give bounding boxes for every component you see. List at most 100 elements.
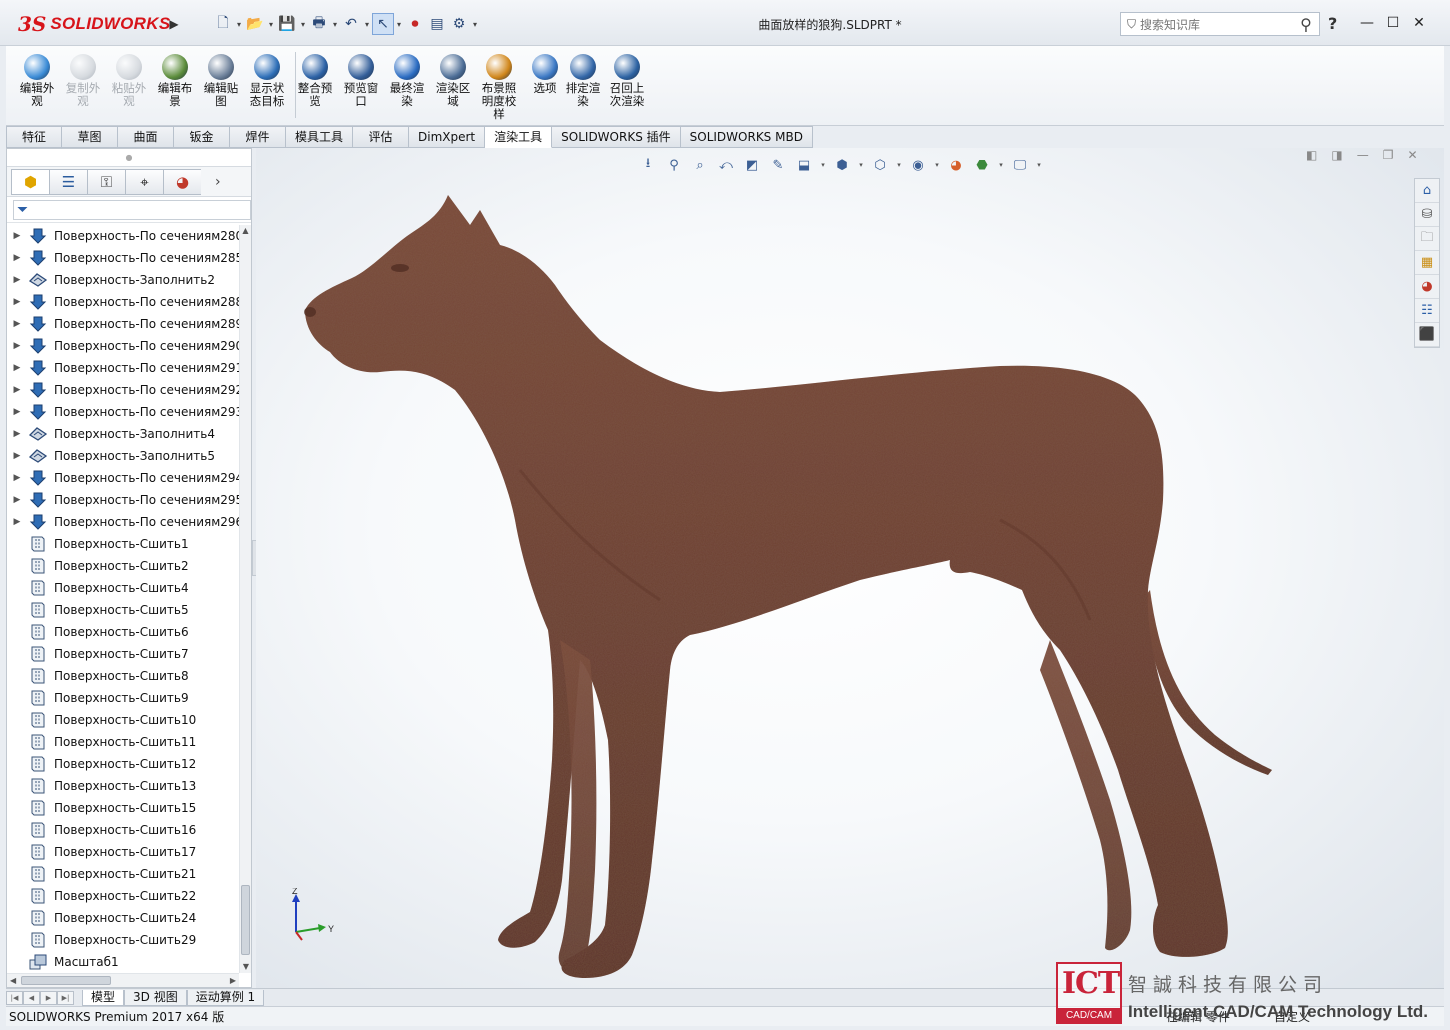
tree-node[interactable]: ▶ Поверхность-По сечениям295 (7, 489, 239, 511)
command-button[interactable]: 布景照 明度校 样 (478, 54, 520, 121)
save-icon[interactable]: 💾 (276, 13, 298, 35)
scroll-down-icon[interactable]: ▼ (240, 961, 252, 973)
tree-node[interactable]: ▶ Поверхность-Заполнить2 (7, 269, 239, 291)
tree-node[interactable]: Поверхность-Сшить29 (7, 929, 239, 951)
property-manager-tab-icon[interactable]: ☰ (49, 168, 87, 195)
tree-node[interactable]: Масштаб1 (7, 951, 239, 973)
tree-node[interactable]: Поверхность-Сшить2 (7, 555, 239, 577)
open-document-icon[interactable]: 📂 (244, 13, 266, 35)
tab-item[interactable]: 特征 (6, 126, 62, 148)
tree-node[interactable]: Поверхность-Сшить10 (7, 709, 239, 731)
panel-grip[interactable]: ● (7, 149, 251, 167)
expand-arrow-icon[interactable]: ▶ (7, 429, 27, 439)
tree-node[interactable]: Поверхность-Сшить24 (7, 907, 239, 929)
tree-node[interactable]: Поверхность-Сшить1 (7, 533, 239, 555)
expand-arrow-icon[interactable]: ▶ (7, 297, 27, 307)
undo-icon[interactable]: ↶ (340, 13, 362, 35)
tab-item[interactable]: 渲染工具 (485, 126, 553, 148)
tab-item[interactable]: 评估 (353, 126, 410, 148)
tree-node[interactable]: ▶ Поверхность-По сечениям296 (7, 511, 239, 533)
help-icon[interactable]: ? (1328, 14, 1337, 33)
tree-vertical-scrollbar[interactable]: ▲ ▼ (239, 225, 251, 973)
tree-node[interactable]: ▶ Поверхность-По сечениям294 (7, 467, 239, 489)
expand-arrow-icon[interactable]: ▶ (7, 451, 27, 461)
tree-node[interactable]: Поверхность-Сшить4 (7, 577, 239, 599)
undo-dropdown-icon[interactable]: ▾ (362, 20, 372, 29)
tab-item[interactable]: 草图 (62, 126, 118, 148)
prev-tab-icon[interactable]: ◀ (23, 990, 40, 1005)
file-properties-icon[interactable]: ▤ (426, 13, 448, 35)
tree-node[interactable]: ▶ Поверхность-По сечениям292 (7, 379, 239, 401)
graphics-viewport[interactable]: ◧ ◨ — ❐ ✕ ⭳ ⚲ ⌕ ⤺ ◩ ✎ ⬓ ▾ ⬢ ▾ ⬡ ▾ ◉ ▾ ◕ ⬣ ▾ 🖵… (256, 148, 1444, 988)
expand-arrow-icon[interactable]: ▶ (7, 473, 27, 483)
expand-arrow-icon[interactable]: ▶ (7, 385, 27, 395)
command-button[interactable]: 编辑布 景 (154, 54, 196, 108)
tree-node[interactable]: ▶ Поверхность-По сечениям280 (7, 225, 239, 247)
scroll-left-icon[interactable]: ◀ (10, 974, 16, 988)
expand-arrow-icon[interactable]: ▶ (7, 231, 27, 241)
hscroll-thumb[interactable] (21, 976, 111, 985)
feature-manager-tab-icon[interactable]: ⬢ (11, 168, 49, 195)
tree-horizontal-scrollbar[interactable]: ◀ ▶ (7, 973, 239, 987)
configuration-manager-tab-icon[interactable]: ⚿ (87, 168, 125, 195)
command-button[interactable]: 编辑外 观 (16, 54, 58, 108)
command-button[interactable]: 编辑贴 图 (200, 54, 242, 108)
command-button[interactable]: 排定渲 染 (562, 54, 604, 108)
tree-node[interactable]: Поверхность-Сшить5 (7, 599, 239, 621)
command-button[interactable]: 渲染区 域 (432, 54, 474, 108)
dimxpert-manager-tab-icon[interactable]: ⌖ (125, 168, 163, 195)
tab-item[interactable]: DimXpert (409, 126, 486, 148)
rebuild-traffic-light-icon[interactable]: ⏺ (404, 13, 426, 35)
tab-item[interactable]: 模具工具 (286, 126, 354, 148)
tree-node[interactable]: ▶ Поверхность-По сечениям288 (7, 291, 239, 313)
bottom-tab[interactable]: 3D 视图 (124, 989, 187, 1006)
scroll-up-icon[interactable]: ▲ (240, 225, 251, 237)
command-button[interactable]: 显示状 态目标 (246, 54, 288, 108)
tree-node[interactable]: ▶ Поверхность-По сечениям289 (7, 313, 239, 335)
tree-node[interactable]: Поверхность-Сшить21 (7, 863, 239, 885)
menu-expand-arrow-icon[interactable]: ▶ (167, 14, 181, 34)
tree-node[interactable]: ▶ Поверхность-Заполнить5 (7, 445, 239, 467)
tree-node[interactable]: ▶ Поверхность-Заполнить4 (7, 423, 239, 445)
search-input[interactable]: 搜索知识库 (1140, 16, 1200, 33)
command-button[interactable]: 召回上 次渲染 (606, 54, 648, 108)
tree-node[interactable]: ▶ Поверхность-По сечениям290 (7, 335, 239, 357)
last-tab-icon[interactable]: ▶| (57, 990, 74, 1005)
command-button[interactable]: 预览窗 口 (340, 54, 382, 108)
next-tab-icon[interactable]: ▶ (40, 990, 57, 1005)
tree-node[interactable]: Поверхность-Сшить15 (7, 797, 239, 819)
tree-node[interactable]: Поверхность-Сшить9 (7, 687, 239, 709)
new-dropdown-icon[interactable]: ▾ (234, 20, 244, 29)
select-pointer-icon[interactable]: ↖ (372, 13, 394, 35)
search-icon[interactable]: ⚲ (1293, 15, 1319, 34)
options-gear-icon[interactable]: ⚙ (448, 13, 470, 35)
tab-item[interactable]: 钣金 (174, 126, 230, 148)
print-icon[interactable]: 🖶 (308, 13, 330, 35)
filter-input[interactable]: ⏷ (13, 199, 251, 220)
scroll-right-icon[interactable]: ▶ (230, 974, 236, 988)
solidworks-logo[interactable]: 3S SOLIDWORKS (18, 10, 170, 38)
options-dropdown-icon[interactable]: ▾ (470, 20, 480, 29)
search-scope-icon[interactable]: ⛉ (1127, 17, 1136, 32)
scroll-thumb[interactable] (241, 885, 250, 955)
command-button[interactable]: 选项 (524, 54, 566, 95)
first-tab-icon[interactable]: |◀ (6, 990, 23, 1005)
maximize-icon[interactable]: ☐ (1382, 12, 1404, 34)
bottom-tab[interactable]: 运动算例 1 (186, 989, 265, 1006)
open-dropdown-icon[interactable]: ▾ (266, 20, 276, 29)
close-icon[interactable]: ✕ (1408, 12, 1430, 34)
expand-arrow-icon[interactable]: ▶ (7, 363, 27, 373)
expand-arrow-icon[interactable]: ▶ (7, 495, 27, 505)
print-dropdown-icon[interactable]: ▾ (330, 20, 340, 29)
tree-node[interactable]: Поверхность-Сшить6 (7, 621, 239, 643)
tree-node[interactable]: Поверхность-Сшить22 (7, 885, 239, 907)
tab-item[interactable]: 焊件 (230, 126, 286, 148)
tree-node[interactable]: ▶ Поверхность-По сечениям291 (7, 357, 239, 379)
tree-node[interactable]: Поверхность-Сшить11 (7, 731, 239, 753)
tab-item[interactable]: SOLIDWORKS 插件 (552, 126, 681, 148)
tree-node[interactable]: Поверхность-Сшить7 (7, 643, 239, 665)
expand-arrow-icon[interactable]: ▶ (7, 407, 27, 417)
command-button[interactable]: 整合预 览 (294, 54, 336, 108)
command-button[interactable]: 最终渲 染 (386, 54, 428, 108)
panel-tabs-next-icon[interactable]: › (215, 174, 221, 190)
